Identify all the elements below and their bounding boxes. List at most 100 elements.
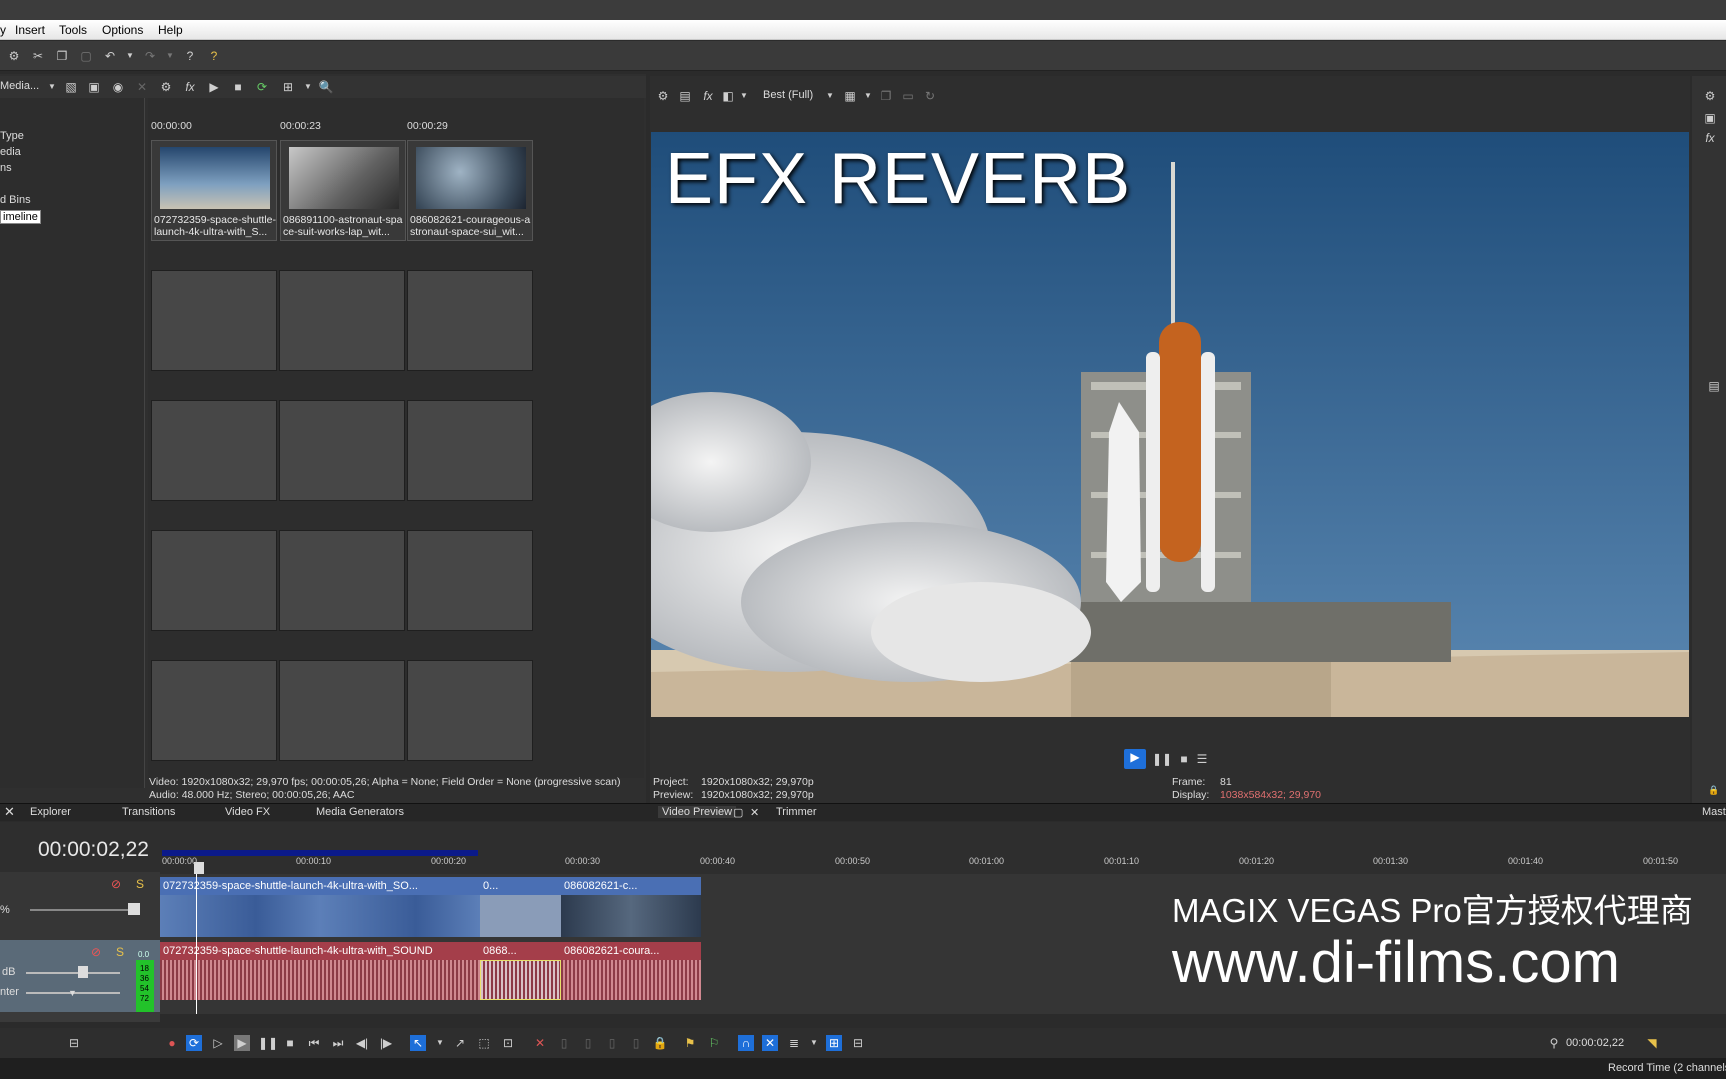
copy-icon[interactable]: ❐ xyxy=(54,48,70,64)
chevron-down-icon[interactable]: ▼ xyxy=(806,1035,822,1051)
media-properties-icon[interactable]: ⚙ xyxy=(158,79,174,95)
loop-icon[interactable]: ⟳ xyxy=(186,1035,202,1051)
media-clip-thumb[interactable]: 086082621-courageous-astronaut-space-sui… xyxy=(407,140,533,241)
volume-slider[interactable] xyxy=(26,972,120,974)
delete-icon[interactable]: ✕ xyxy=(532,1035,548,1051)
views-icon[interactable]: ⊞ xyxy=(280,79,296,95)
previous-frame-icon[interactable]: ◀| xyxy=(354,1035,370,1051)
tab-master[interactable]: Mast xyxy=(1702,806,1726,818)
tab-video-fx[interactable]: Video FX xyxy=(225,806,270,818)
zoom-tool-icon[interactable]: ⊡ xyxy=(500,1035,516,1051)
level-slider[interactable] xyxy=(30,909,130,911)
get-media-web-icon[interactable]: ◉ xyxy=(110,79,126,95)
menu-insert[interactable]: Insert xyxy=(15,23,45,37)
stop-icon[interactable]: ■ xyxy=(1176,751,1192,767)
redo-icon[interactable]: ↷ xyxy=(142,48,158,64)
record-icon[interactable]: ● xyxy=(164,1035,180,1051)
trim-icon[interactable]: ▯ xyxy=(556,1035,572,1051)
normal-edit-tool-icon[interactable]: ↖ xyxy=(410,1035,426,1051)
lock-icon[interactable]: 🔒 xyxy=(652,1035,668,1051)
fx-icon[interactable]: fx xyxy=(700,88,716,104)
audio-clip-waveform[interactable] xyxy=(480,960,561,1000)
insert-icon[interactable]: ▣ xyxy=(1702,110,1718,126)
preview-quality-dropdown[interactable]: Best (Full) xyxy=(763,89,813,101)
audio-clip-waveform[interactable] xyxy=(561,960,701,1000)
resize-grip-icon[interactable]: ◥ xyxy=(1644,1035,1660,1051)
search-icon[interactable]: 🔍 xyxy=(318,79,334,95)
volume-slider-handle[interactable] xyxy=(78,966,88,978)
zoom-handle-icon[interactable]: ⊟ xyxy=(66,1035,82,1051)
restore-icon[interactable]: ▢ xyxy=(733,806,743,819)
auto-ripple-icon[interactable]: ≣ xyxy=(786,1035,802,1051)
gear-icon[interactable]: ⚙ xyxy=(6,48,22,64)
menu-options[interactable]: Options xyxy=(102,23,143,37)
mute-icon[interactable]: ⊘ xyxy=(88,944,104,960)
gear-icon[interactable]: ⚙ xyxy=(1702,88,1718,104)
tab-video-preview[interactable]: Video Preview xyxy=(658,806,737,818)
menu-icon[interactable]: ☰ xyxy=(1194,751,1210,767)
play-icon[interactable]: ▶ xyxy=(1124,749,1146,769)
auto-crossfade-icon[interactable]: ✕ xyxy=(762,1035,778,1051)
redo-dropdown-icon[interactable]: ▼ xyxy=(162,48,178,64)
video-clip-thumbnails[interactable] xyxy=(480,895,561,937)
overlays-grid-icon[interactable]: ▦ xyxy=(842,88,858,104)
solo-icon[interactable]: S xyxy=(132,876,148,892)
media-clip-thumb[interactable]: 072732359-space-shuttle-launch-4k-ultra-… xyxy=(151,140,277,241)
selection-tool-icon[interactable]: ⬚ xyxy=(476,1035,492,1051)
lock-envelopes-icon[interactable]: ⊞ xyxy=(826,1035,842,1051)
video-clip-header[interactable]: 086082621-c... xyxy=(561,877,701,895)
tab-media-generators[interactable]: Media Generators xyxy=(316,806,404,818)
import-media-icon[interactable]: ▧ xyxy=(63,79,79,95)
audio-clip-waveform[interactable] xyxy=(160,960,480,1000)
tab-trimmer[interactable]: Trimmer xyxy=(776,806,817,818)
envelope-tool-icon[interactable]: ↗ xyxy=(452,1035,468,1051)
tab-explorer[interactable]: Explorer xyxy=(30,806,71,818)
tree-item-bins[interactable]: d Bins xyxy=(0,194,31,206)
split-icon[interactable]: ▯ xyxy=(628,1035,644,1051)
chevron-down-icon[interactable]: ▼ xyxy=(736,88,752,104)
undo-icon[interactable]: ↶ xyxy=(102,48,118,64)
save-snapshot-icon[interactable]: ▭ xyxy=(900,88,916,104)
video-clip-thumbnails[interactable] xyxy=(561,895,701,937)
mute-icon[interactable]: ⊘ xyxy=(108,876,124,892)
menu-help[interactable]: Help xyxy=(158,23,183,37)
ignore-grouping-icon[interactable]: ⊟ xyxy=(850,1035,866,1051)
pause-icon[interactable]: ❚❚ xyxy=(258,1035,278,1051)
copy-snapshot-icon[interactable]: ❐ xyxy=(878,88,894,104)
help-icon[interactable]: ? xyxy=(206,48,222,64)
paste-icon[interactable]: ↻ xyxy=(922,88,938,104)
tree-item-ns[interactable]: ns xyxy=(0,162,12,174)
pan-slider-handle[interactable]: ▼ xyxy=(68,988,77,998)
timeline-ruler[interactable]: 00:00:00 00:00:10 00:00:20 00:00:30 00:0… xyxy=(160,850,1726,874)
close-icon[interactable]: ✕ xyxy=(750,806,759,819)
tree-item-media[interactable]: edia xyxy=(0,146,21,158)
trim-end-icon[interactable]: ▯ xyxy=(604,1035,620,1051)
play-icon[interactable]: ▶ xyxy=(206,79,222,95)
auto-preview-icon[interactable]: ⟳ xyxy=(254,79,270,95)
split-screen-icon[interactable]: ◧ xyxy=(720,88,736,104)
media-clip-thumb[interactable]: 086891100-astronaut-space-suit-works-lap… xyxy=(280,140,406,241)
chevron-down-icon[interactable]: ▼ xyxy=(432,1035,448,1051)
cut-icon[interactable]: ✂ xyxy=(30,48,46,64)
play-from-start-icon[interactable]: ▷ xyxy=(210,1035,226,1051)
chevron-down-icon[interactable]: ▼ xyxy=(860,88,876,104)
trim-start-icon[interactable]: ▯ xyxy=(580,1035,596,1051)
video-track-header[interactable]: ⊘ S % xyxy=(0,872,160,940)
gear-icon[interactable]: ⚙ xyxy=(655,88,671,104)
remove-icon[interactable]: ✕ xyxy=(134,79,150,95)
audio-clip-header[interactable]: 072732359-space-shuttle-launch-4k-ultra-… xyxy=(160,942,480,960)
audio-clip-header[interactable]: 0868... xyxy=(480,942,561,960)
go-to-end-icon[interactable]: ⏭ xyxy=(330,1035,346,1051)
level-slider-handle[interactable] xyxy=(128,903,140,915)
media-view-dropdown[interactable]: Media... xyxy=(0,80,39,92)
fx-icon[interactable]: fx xyxy=(1702,130,1718,146)
close-icon[interactable]: ✕ xyxy=(4,804,15,820)
marker-icon[interactable]: ⚑ xyxy=(682,1035,698,1051)
go-to-start-icon[interactable]: ⏮ xyxy=(306,1035,322,1051)
chevron-down-icon[interactable]: ▼ xyxy=(44,79,60,95)
pause-icon[interactable]: ❚❚ xyxy=(1152,751,1172,767)
video-clip-thumbnails[interactable] xyxy=(160,895,480,937)
audio-clip-header[interactable]: 086082621-coura... xyxy=(561,942,701,960)
capture-icon[interactable]: ▣ xyxy=(86,79,102,95)
undo-dropdown-icon[interactable]: ▼ xyxy=(122,48,138,64)
